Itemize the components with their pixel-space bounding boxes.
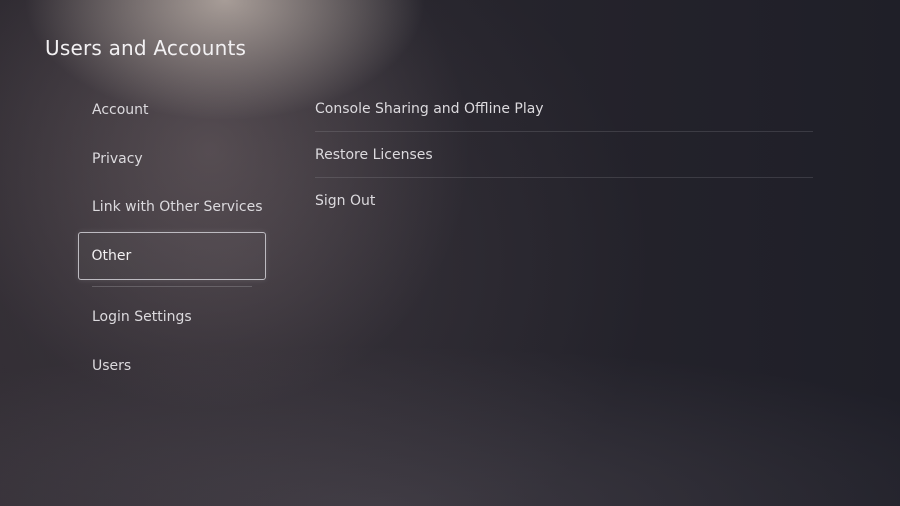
sidebar-item-privacy[interactable]: Privacy [78,135,266,183]
option-label: Restore Licenses [315,146,433,163]
settings-sidebar: Account Privacy Link with Other Services… [78,86,266,390]
sidebar-item-label: Users [92,357,132,374]
sidebar-item-account[interactable]: Account [78,86,266,134]
option-label: Sign Out [315,193,376,209]
option-restore-licenses[interactable]: Restore Licenses [315,132,813,178]
sidebar-item-label: Login Settings [92,309,192,326]
option-console-sharing-offline-play[interactable]: Console Sharing and Offline Play [315,86,813,132]
options-panel: Console Sharing and Offline Play Restore… [315,86,813,224]
page-title: Users and Accounts [45,36,247,60]
sidebar-item-label: Account [92,102,149,118]
sidebar-item-login-settings[interactable]: Login Settings [78,293,266,341]
sidebar-item-users[interactable]: Users [78,342,266,390]
option-sign-out[interactable]: Sign Out [315,178,813,224]
option-label: Console Sharing and Offline Play [315,100,544,117]
sidebar-divider [92,286,252,288]
sidebar-item-label: Privacy [92,150,143,167]
sidebar-item-label: Other [91,248,132,265]
sidebar-item-label: Link with Other Services [92,199,263,216]
sidebar-item-link-with-other-services[interactable]: Link with Other Services [78,183,266,231]
sidebar-item-other[interactable]: Other [78,232,266,281]
